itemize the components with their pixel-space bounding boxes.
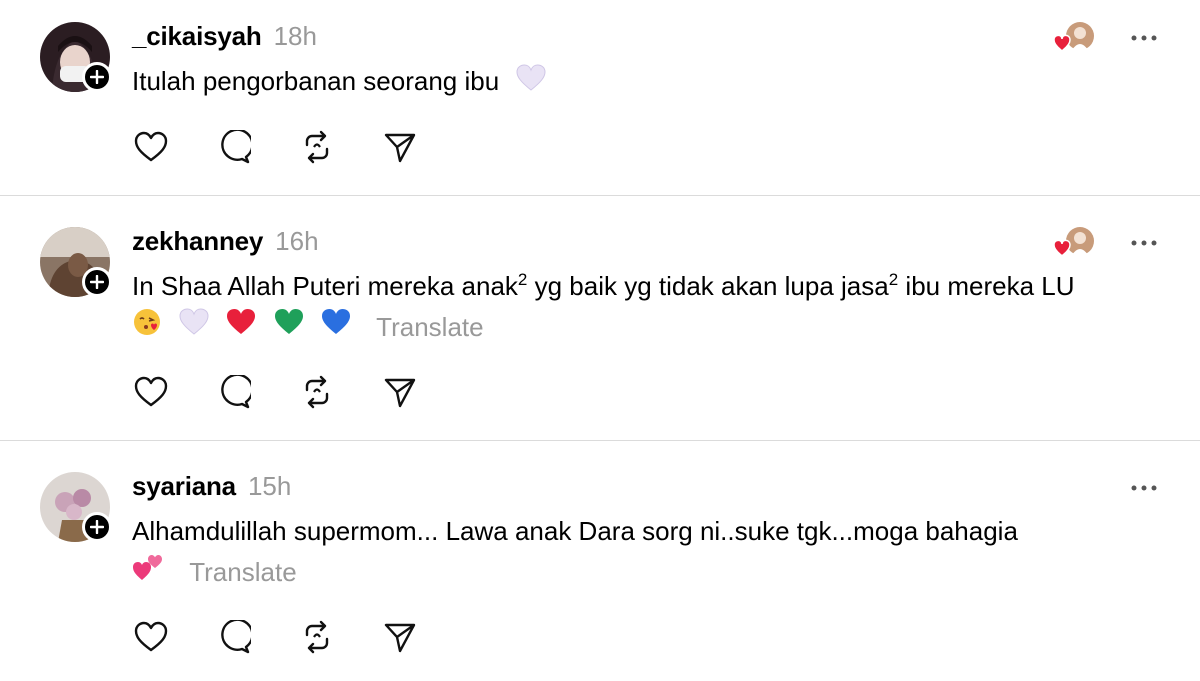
liker-avatar-with-heart[interactable]: [1052, 20, 1096, 54]
follow-plus-icon[interactable]: [82, 267, 112, 297]
post-text-content: Itulah pengorbanan seorang ibu: [132, 66, 500, 96]
share-icon[interactable]: [381, 128, 419, 166]
follow-plus-icon[interactable]: [82, 512, 112, 542]
like-icon[interactable]: [132, 128, 170, 166]
divider: [0, 195, 1200, 196]
share-icon[interactable]: [381, 618, 419, 656]
repost-icon[interactable]: [298, 128, 336, 166]
divider: [0, 440, 1200, 441]
username[interactable]: zekhanney: [132, 226, 263, 257]
action-bar: [132, 373, 464, 411]
post-text-line-2: Translate: [132, 551, 1162, 593]
username[interactable]: _cikaisyah: [132, 21, 262, 52]
translate-link[interactable]: Translate: [189, 557, 296, 587]
text-segment: In Shaa Allah Puteri mereka anak: [132, 271, 518, 301]
repost-icon[interactable]: [298, 618, 336, 656]
username[interactable]: syariana: [132, 471, 236, 502]
post-header: zekhanney 16h: [132, 223, 319, 259]
reply-icon[interactable]: [215, 128, 253, 166]
post-text: In Shaa Allah Puteri mereka anak2 yg bai…: [132, 267, 1162, 348]
timestamp[interactable]: 16h: [275, 226, 318, 257]
post-text: Alhamdulillah supermom... Lawa anak Dara…: [132, 512, 1162, 593]
repost-icon[interactable]: [298, 373, 336, 411]
translate-link[interactable]: Translate: [376, 312, 483, 342]
reply-icon[interactable]: [215, 373, 253, 411]
like-icon[interactable]: [132, 373, 170, 411]
red-heart-icon: [226, 308, 256, 347]
reply-icon[interactable]: [215, 618, 253, 656]
text-segment: ibu mereka LU: [898, 271, 1075, 301]
action-bar: [132, 128, 464, 166]
share-icon[interactable]: [381, 373, 419, 411]
superscript: 2: [517, 270, 528, 289]
text-segment: yg baik yg tidak akan lupa jasa: [527, 271, 889, 301]
post-header: _cikaisyah 18h: [132, 18, 317, 54]
post-header: syariana 15h: [132, 468, 291, 504]
more-options-icon[interactable]: [1128, 227, 1160, 259]
post-text: Itulah pengorbanan seorang ibu: [132, 62, 1162, 103]
follow-plus-icon[interactable]: [82, 62, 112, 92]
two-hearts-icon: [132, 552, 164, 593]
post-text-line-2: Translate: [132, 306, 1162, 348]
timestamp[interactable]: 15h: [248, 471, 291, 502]
white-heart-icon: [179, 308, 209, 347]
more-options-icon[interactable]: [1128, 22, 1160, 54]
kiss-face-icon: [132, 307, 162, 348]
green-heart-icon: [274, 308, 304, 347]
liker-avatar-with-heart[interactable]: [1052, 225, 1096, 259]
white-heart-icon: [516, 64, 546, 103]
more-options-icon[interactable]: [1128, 472, 1160, 504]
blue-heart-icon: [321, 308, 351, 347]
timestamp[interactable]: 18h: [274, 21, 317, 52]
post-text-line-1: Alhamdulillah supermom... Lawa anak Dara…: [132, 512, 1162, 551]
post-text-content: Alhamdulillah supermom... Lawa anak Dara…: [132, 516, 1018, 546]
action-bar: [132, 618, 464, 656]
post-text-line-1: In Shaa Allah Puteri mereka anak2 yg bai…: [132, 267, 1162, 306]
like-icon[interactable]: [132, 618, 170, 656]
superscript: 2: [888, 270, 899, 289]
